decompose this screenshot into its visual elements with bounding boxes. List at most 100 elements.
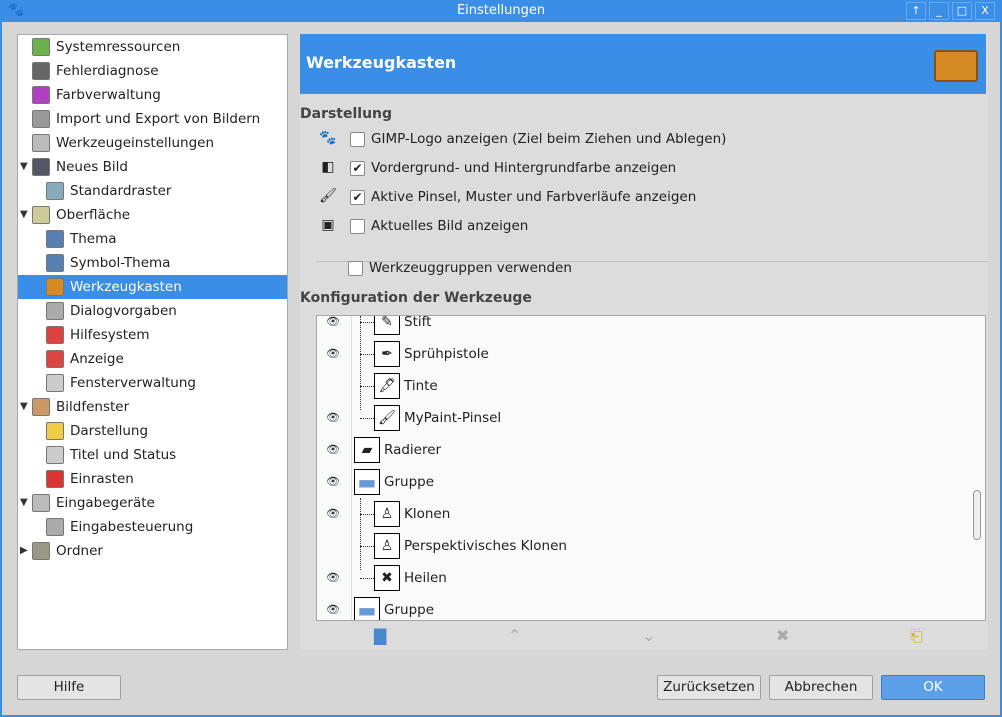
sidebar-item[interactable]: Darstellung (46, 419, 148, 443)
expander-icon[interactable]: ▼ (20, 203, 28, 227)
eye-icon[interactable]: 👁 (326, 347, 340, 360)
sidebar-item-label: Import und Export von Bildern (56, 111, 261, 127)
sidebar-item[interactable]: ▼ Bildfenster (20, 395, 129, 419)
tree-connector (360, 578, 374, 579)
sidebar-item[interactable]: Werkzeugkasten (18, 275, 287, 299)
option-checkbox[interactable]: ✔ (350, 189, 365, 205)
raise-up-icon[interactable]: ⌃ (508, 626, 521, 645)
wilber-icon (32, 62, 50, 80)
keep-above-button[interactable]: ↑ (906, 2, 926, 20)
sidebar-item[interactable]: Systemressourcen (32, 35, 180, 59)
tool-row[interactable]: ♙ Klonen (374, 498, 450, 530)
sidebar-item[interactable]: Eingabesteuerung (46, 515, 193, 539)
new-group-button[interactable]: ▇ (374, 626, 386, 645)
tool-row[interactable]: ♙ Perspektivisches Klonen (374, 530, 567, 562)
option-checkbox[interactable] (350, 218, 365, 234)
eye-icon[interactable]: 👁 (326, 603, 340, 616)
tool-row[interactable]: ▰ Radierer (354, 434, 441, 466)
gimp-wilber-icon[interactable]: 🐾 (8, 3, 24, 19)
tool-groups-checkbox[interactable] (348, 260, 363, 276)
sidebar-item-label: Hilfesystem (70, 327, 150, 343)
preferences-window: Systemressourcen Fehlerdiagnose Farbverwal… (2, 22, 1000, 715)
sidebar-item[interactable]: ▼ Neues Bild (20, 155, 128, 179)
tools-tree[interactable]: ✎ Stift 👁 ✒ Sprühpistole 👁 🖋 Tinte 🖌 MyPaint-Pins… (316, 315, 986, 621)
eye-icon[interactable]: 👁 (326, 411, 340, 424)
expander-icon[interactable]: ▼ (20, 155, 28, 179)
sidebar-item[interactable]: Farbverwaltung (32, 83, 161, 107)
expander-icon[interactable]: ▼ (20, 395, 28, 419)
display-icon (46, 350, 64, 368)
sidebar-item-label: Darstellung (70, 423, 149, 439)
maximize-button[interactable]: □ (952, 2, 972, 20)
sidebar-item[interactable]: Thema (46, 227, 117, 251)
sidebar-item[interactable]: Anzeige (46, 347, 124, 371)
sidebar-item[interactable]: Fehlerdiagnose (32, 59, 159, 83)
sidebar-item[interactable]: Standardraster (46, 179, 171, 203)
tool-row[interactable]: 🖌 MyPaint-Pinsel (374, 402, 501, 434)
tree-connector (360, 514, 374, 515)
eye-icon[interactable]: 👁 (326, 443, 340, 456)
title-bar: 🐾 Einstellungen ↑ _ □ X (0, 0, 1002, 22)
toolbox-icon (934, 50, 978, 82)
sidebar-item[interactable]: Werkzeugeinstellungen (32, 131, 214, 155)
tool-row[interactable]: ✒ Sprühpistole (374, 338, 489, 370)
tree-connector (360, 386, 374, 387)
lower-down-icon[interactable]: ⌄ (642, 626, 655, 645)
help-button[interactable]: Hilfe (17, 675, 121, 700)
sidebar-item-label: Neues Bild (56, 159, 128, 175)
pencil-icon: ✎ (374, 316, 400, 335)
eye-icon[interactable]: 👁 (326, 507, 340, 520)
minimize-button[interactable]: _ (929, 2, 949, 20)
ok-button[interactable]: OK (881, 675, 985, 700)
category-tree[interactable]: Systemressourcen Fehlerdiagnose Farbverwal… (17, 34, 288, 650)
folder-icon: ▬ (354, 469, 380, 495)
sidebar-item[interactable]: Dialogvorgaben (46, 299, 177, 323)
tree-connector (360, 354, 374, 355)
appearance-option[interactable]: ◧ ✔ Vordergrund- und Hintergrundfarbe anze… (318, 159, 676, 177)
folder-icon: ▬ (354, 597, 380, 620)
sidebar-item-label: Werkzeugkasten (70, 279, 182, 295)
close-button[interactable]: X (975, 2, 995, 20)
window-title: Einstellungen (456, 3, 546, 18)
sidebar-item[interactable]: Einrasten (46, 467, 134, 491)
tool-row[interactable]: 🖋 Tinte (374, 370, 438, 402)
image-window-icon (32, 398, 50, 416)
scrollbar-thumb[interactable] (973, 490, 981, 540)
option-checkbox[interactable]: ✔ (350, 160, 365, 176)
sidebar-item[interactable]: ▼ Oberfläche (20, 203, 130, 227)
cancel-button[interactable]: Abbrechen (769, 675, 873, 700)
eye-icon[interactable]: 👁 (326, 475, 340, 488)
expander-icon[interactable]: ▼ (20, 491, 28, 515)
appearance-option[interactable]: 🐾 GIMP-Logo anzeigen (Ziel beim Ziehen un… (318, 130, 726, 148)
title-status-icon (46, 446, 64, 464)
appearance-option[interactable]: ▣ Aktuelles Bild anzeigen (318, 217, 528, 235)
sidebar-item[interactable]: Hilfesystem (46, 323, 150, 347)
tool-row[interactable]: ✎ Stift (374, 316, 431, 338)
sidebar-item[interactable]: Symbol-Thema (46, 251, 170, 275)
expander-icon[interactable]: ▶ (20, 539, 28, 563)
eye-icon[interactable]: 👁 (326, 316, 340, 328)
sidebar-item-label: Einrasten (70, 471, 134, 487)
sidebar-item[interactable]: Titel und Status (46, 443, 176, 467)
tree-connector (360, 546, 374, 547)
tool-row[interactable]: ▬ Gruppe (354, 594, 434, 620)
reset-button[interactable]: Zurücksetzen (657, 675, 761, 700)
sidebar-item[interactable]: Fensterverwaltung (46, 371, 196, 395)
eye-icon[interactable]: 👁 (326, 571, 340, 584)
tree-connector (360, 316, 361, 410)
reset-icon[interactable]: ⎗ (910, 626, 923, 646)
tool-row[interactable]: ✖ Heilen (374, 562, 447, 594)
sidebar-item-label: Eingabesteuerung (70, 519, 194, 535)
sidebar-item[interactable]: Import und Export von Bildern (32, 107, 260, 131)
new-image-icon (32, 158, 50, 176)
sidebar-item-label: Eingabegeräte (56, 495, 155, 511)
clone-icon: ♙ (374, 501, 400, 527)
delete-icon[interactable]: ✖ (776, 626, 789, 645)
appearance-option[interactable]: 🖌 ✔ Aktive Pinsel, Muster und Farbverläufe… (318, 188, 696, 206)
tool-row[interactable]: ▬ Gruppe (354, 466, 434, 498)
icon-theme-icon (46, 254, 64, 272)
tool-groups-option[interactable]: Werkzeuggruppen verwenden (348, 260, 572, 276)
sidebar-item[interactable]: ▼ Eingabegeräte (20, 491, 155, 515)
sidebar-item[interactable]: ▶ Ordner (20, 539, 103, 563)
option-checkbox[interactable] (350, 131, 365, 147)
